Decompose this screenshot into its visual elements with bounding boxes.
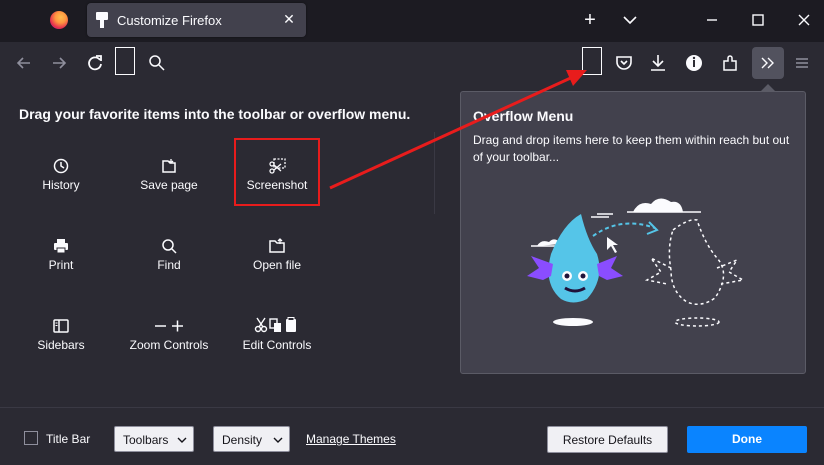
reload-icon[interactable] xyxy=(83,51,107,75)
palette-item-find[interactable]: Find xyxy=(119,230,219,290)
back-icon[interactable] xyxy=(12,51,36,75)
restore-defaults-button[interactable]: Restore Defaults xyxy=(547,426,668,453)
open-file-icon xyxy=(269,238,285,253)
done-button[interactable]: Done xyxy=(687,426,807,453)
extensions-icon[interactable] xyxy=(718,51,742,75)
account-icon[interactable] xyxy=(682,51,706,75)
new-tab-plus-icon[interactable]: + xyxy=(580,10,600,30)
palette-item-label: Open file xyxy=(252,258,302,272)
screenshot-highlight-box xyxy=(234,138,320,206)
url-bar[interactable] xyxy=(142,48,572,78)
toolbars-dropdown[interactable]: Toolbars xyxy=(114,426,194,452)
minimize-icon[interactable] xyxy=(700,8,724,32)
nav-bar xyxy=(0,42,824,84)
hamburger-menu-icon[interactable] xyxy=(790,51,814,75)
maximize-icon[interactable] xyxy=(746,8,770,32)
chevron-down-icon xyxy=(177,437,187,443)
chevron-down-icon xyxy=(273,437,283,443)
overflow-panel-description: Drag and drop items here to keep them wi… xyxy=(473,133,790,164)
flexible-space-placeholder[interactable] xyxy=(115,47,135,75)
overflow-illustration-monster-icon xyxy=(527,198,746,327)
toolbars-dropdown-label: Toolbars xyxy=(123,433,169,447)
search-icon xyxy=(149,55,165,71)
download-icon[interactable] xyxy=(646,51,670,75)
pocket-icon[interactable] xyxy=(612,51,636,75)
palette-item-label: Sidebars xyxy=(37,338,85,352)
palette-item-label: Zoom Controls xyxy=(129,338,209,352)
palette-divider xyxy=(434,132,435,214)
edit-controls-icon xyxy=(254,317,296,333)
overflow-menu-button[interactable] xyxy=(752,47,784,79)
customize-icon xyxy=(96,12,108,28)
sidebar-icon xyxy=(53,319,69,333)
palette-item-label: Print xyxy=(48,258,74,272)
list-tabs-chevron-down-icon[interactable] xyxy=(620,10,640,30)
footer-divider xyxy=(0,407,824,408)
forward-icon[interactable] xyxy=(47,51,71,75)
title-bar-checkbox[interactable] xyxy=(24,431,38,445)
overflow-menu-panel[interactable]: Overflow Menu Drag and drop items here t… xyxy=(460,91,806,374)
density-dropdown-label: Density xyxy=(222,433,263,447)
palette-item-print[interactable]: Print xyxy=(11,230,111,290)
overflow-chevron-icon xyxy=(761,57,774,69)
overflow-panel-title: Overflow Menu xyxy=(473,108,574,124)
title-bar-label: Title Bar xyxy=(46,432,91,446)
palette-item-open-file[interactable]: Open file xyxy=(227,230,327,290)
zoom-controls-icon xyxy=(155,320,183,332)
flexible-space-placeholder-right[interactable] xyxy=(582,47,602,75)
tab-strip: Customize Firefox ✕ + xyxy=(0,0,824,42)
density-dropdown[interactable]: Density xyxy=(213,426,290,452)
palette-item-label: Find xyxy=(157,258,181,272)
palette-item-zoom-controls[interactable]: Zoom Controls xyxy=(119,310,219,370)
magnifier-icon xyxy=(162,239,177,254)
history-clock-icon xyxy=(53,158,69,174)
palette-item-history[interactable]: History xyxy=(11,150,111,210)
palette-item-label: History xyxy=(42,178,80,192)
tab-title: Customize Firefox xyxy=(117,13,222,28)
palette-item-label: Save page xyxy=(140,178,198,192)
close-window-icon[interactable] xyxy=(792,8,816,32)
tab-customize-firefox[interactable]: Customize Firefox ✕ xyxy=(87,3,306,37)
save-page-icon xyxy=(162,159,176,173)
palette-item-edit-controls[interactable]: Edit Controls xyxy=(227,310,327,370)
palette-title: Drag your favorite items into the toolba… xyxy=(19,106,411,122)
printer-icon xyxy=(54,239,68,254)
palette-item-save-page[interactable]: Save page xyxy=(119,150,219,210)
manage-themes-link[interactable]: Manage Themes xyxy=(306,432,396,446)
tab-close-icon[interactable]: ✕ xyxy=(280,10,298,28)
palette-item-sidebars[interactable]: Sidebars xyxy=(11,310,111,370)
palette-item-label: Edit Controls xyxy=(242,338,312,352)
firefox-logo-icon xyxy=(50,11,68,29)
